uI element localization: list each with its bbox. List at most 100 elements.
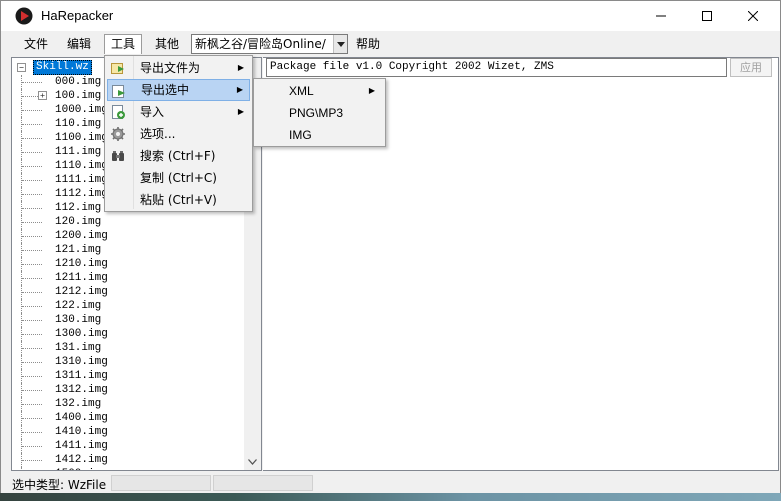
tree-node[interactable]: 1312.img <box>12 383 261 397</box>
tree-node[interactable]: 1210.img <box>12 257 261 271</box>
tree-node[interactable]: 1310.img <box>12 355 261 369</box>
tree-line <box>22 222 42 223</box>
tree-line <box>22 446 42 447</box>
menu-item-export-selection[interactable]: 导出选中 ▶ <box>107 79 250 101</box>
scroll-down-button[interactable] <box>244 453 261 470</box>
tree-node[interactable]: 120.img <box>12 215 261 229</box>
tree-line <box>22 432 42 433</box>
tree-node-label[interactable]: 1112.img <box>55 187 108 201</box>
game-version-value: 新枫之谷/冒险岛Online/ <box>195 37 326 51</box>
tree-node-label[interactable]: 112.img <box>55 201 101 215</box>
expand-toggle-icon[interactable]: + <box>38 91 47 100</box>
title-bar[interactable]: HaRepacker <box>1 1 780 31</box>
tree-node-label[interactable]: 1500.img <box>55 467 108 470</box>
menu-item-export-file-as[interactable]: 导出文件为 ▶ <box>107 57 250 79</box>
submenu-arrow-icon: ▶ <box>368 86 375 95</box>
menu-other[interactable]: 其他 <box>149 34 185 54</box>
tree-line <box>22 320 42 321</box>
menu-edit[interactable]: 编辑 <box>61 34 97 54</box>
submenu-item-img[interactable]: IMG <box>256 124 383 146</box>
tree-node[interactable]: 132.img <box>12 397 261 411</box>
tree-root-label[interactable]: Skill.wz <box>33 60 92 75</box>
tree-node-label[interactable]: 1310.img <box>55 355 108 369</box>
tree-node-label[interactable]: 1410.img <box>55 425 108 439</box>
tree-node[interactable]: 1400.img <box>12 411 261 425</box>
package-info-field[interactable]: Package file v1.0 Copyright 2002 Wizet, … <box>266 58 727 77</box>
tree-node-label[interactable]: 131.img <box>55 341 101 355</box>
tree-node-label[interactable]: 111.img <box>55 145 101 159</box>
tree-node-label[interactable]: 1211.img <box>55 271 108 285</box>
tree-node-label[interactable]: 1100.img <box>55 131 108 145</box>
tree-node-label[interactable]: 1312.img <box>55 383 108 397</box>
tree-node-label[interactable]: 1400.img <box>55 411 108 425</box>
tree-node-label[interactable]: 122.img <box>55 299 101 313</box>
collapse-toggle-icon[interactable]: − <box>17 63 26 72</box>
tree-node-label[interactable]: 1311.img <box>55 369 108 383</box>
chevron-down-icon <box>336 41 345 47</box>
tree-node-label[interactable]: 1210.img <box>55 257 108 271</box>
menu-item-search[interactable]: 搜索 (Ctrl+F) <box>107 145 250 167</box>
apply-button[interactable]: 应用 <box>730 58 772 77</box>
tree-node-label[interactable]: 1111.img <box>55 173 108 187</box>
tree-node-label[interactable]: 121.img <box>55 243 101 257</box>
tree-node[interactable]: 130.img <box>12 313 261 327</box>
submenu-arrow-icon: ▶ <box>237 63 244 72</box>
tree-node[interactable]: 1211.img <box>12 271 261 285</box>
menu-item-paste[interactable]: 粘贴 (Ctrl+V) <box>107 189 250 211</box>
tree-node[interactable]: 122.img <box>12 299 261 313</box>
tree-line <box>22 404 42 405</box>
tree-node-label[interactable]: 1412.img <box>55 453 108 467</box>
tree-node-label[interactable]: 1200.img <box>55 229 108 243</box>
tree-node[interactable]: 1200.img <box>12 229 261 243</box>
tree-node-label[interactable]: 000.img <box>55 75 101 89</box>
tree-node[interactable]: 1212.img <box>12 285 261 299</box>
app-window: HaRepacker 文件 编辑 工具 其他 帮助 新枫之谷/冒险岛Online… <box>0 0 781 501</box>
tree-node-label[interactable]: 120.img <box>55 215 101 229</box>
tree-node[interactable]: 1300.img <box>12 327 261 341</box>
tree-line <box>22 180 42 181</box>
tree-node-label[interactable]: 1300.img <box>55 327 108 341</box>
submenu-item-xml[interactable]: XML ▶ <box>256 80 383 102</box>
tree-node-label[interactable]: 130.img <box>55 313 101 327</box>
minimize-button[interactable] <box>638 1 684 31</box>
tree-node[interactable]: 1412.img <box>12 453 261 467</box>
game-version-select[interactable]: 新枫之谷/冒险岛Online/ <box>191 34 348 54</box>
export-selection-submenu: XML ▶ PNG\MP3 IMG <box>253 78 386 147</box>
tree-line <box>22 82 42 83</box>
close-icon <box>748 11 758 21</box>
tree-node[interactable]: 1311.img <box>12 369 261 383</box>
tree-node-label[interactable]: 1212.img <box>55 285 108 299</box>
tree-node-label[interactable]: 100.img <box>55 89 101 103</box>
submenu-item-png-mp3[interactable]: PNG\MP3 <box>256 102 383 124</box>
menu-item-copy[interactable]: 复制 (Ctrl+C) <box>107 167 250 189</box>
tree-node-label[interactable]: 132.img <box>55 397 101 411</box>
export-selection-icon <box>112 85 125 98</box>
tree-line <box>22 208 42 209</box>
menu-help[interactable]: 帮助 <box>350 34 386 54</box>
maximize-button[interactable] <box>684 1 730 31</box>
binoculars-icon <box>112 151 124 161</box>
dropdown-arrow-button[interactable] <box>333 35 347 53</box>
menu-item-import[interactable]: 导入 ▶ <box>107 101 250 123</box>
tree-line <box>22 460 42 461</box>
tree-node[interactable]: 131.img <box>12 341 261 355</box>
tree-node-label[interactable]: 1411.img <box>55 439 108 453</box>
tree-line <box>22 264 42 265</box>
tree-node[interactable]: 1500.img <box>12 467 261 470</box>
menu-tools[interactable]: 工具 <box>104 34 143 54</box>
tree-node[interactable]: 121.img <box>12 243 261 257</box>
app-logo-icon <box>15 7 33 25</box>
submenu-arrow-icon: ▶ <box>236 85 243 94</box>
tree-line <box>22 306 42 307</box>
menu-item-options[interactable]: 选项... <box>107 123 250 145</box>
close-button[interactable] <box>730 1 776 31</box>
tree-node[interactable]: 1411.img <box>12 439 261 453</box>
menu-file[interactable]: 文件 <box>18 34 54 54</box>
tree-node-label[interactable]: 1110.img <box>55 159 108 173</box>
tree-node-label[interactable]: 1000.img <box>55 103 108 117</box>
chevron-down-icon <box>248 458 257 465</box>
tree-node[interactable]: 1410.img <box>12 425 261 439</box>
status-bar: 选中类型: WzFile <box>1 472 780 494</box>
export-file-icon <box>111 63 124 74</box>
tree-node-label[interactable]: 110.img <box>55 117 101 131</box>
